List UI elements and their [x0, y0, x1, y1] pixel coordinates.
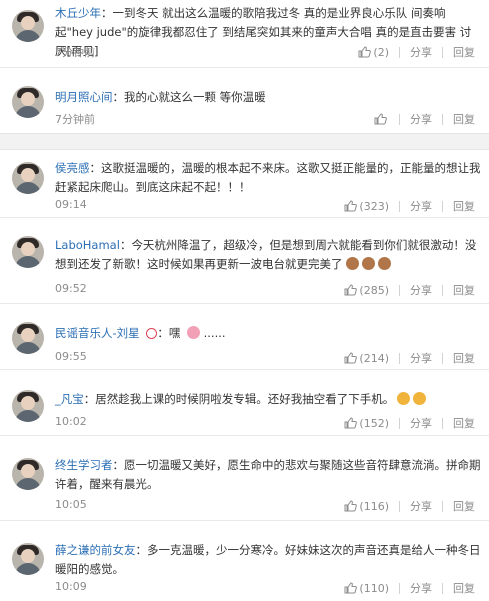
reply-button[interactable]: 回复 [453, 282, 475, 298]
reply-button[interactable]: 回复 [453, 350, 475, 366]
comment-item: _凡宝：居然趁我上课的时候阴啦发专辑。还好我抽空看了下手机。 10:02 (15… [0, 370, 489, 436]
thumb-up-icon [344, 200, 358, 212]
avatar[interactable] [12, 10, 44, 42]
comment-text: 民谣音乐人-刘星 ：嘿 ...... [55, 326, 226, 340]
share-button[interactable]: 分享 [410, 580, 432, 596]
comment-time: 10:09 [55, 580, 87, 593]
like-button[interactable]: (2) [358, 46, 389, 59]
comment-item: 木丘少年：一到冬天 就出这么温暖的歌陪我过冬 真的是业界良心乐队 间奏响起"he… [0, 0, 489, 68]
comment-text: 侯亮感：这歌挺温暖的，温暖的根本起不来床。这歌又挺正能量的，正能量的想让我赶紧起… [55, 161, 481, 194]
comment-item: 民谣音乐人-刘星 ：嘿 ...... 09:55 (214) 分享 回复 [0, 304, 489, 370]
comment-actions: (285) 分享 回复 [344, 282, 475, 298]
comment-time: 10:02 [55, 415, 87, 428]
like-button[interactable]: (214) [344, 352, 389, 365]
monkey-emoji-icon [361, 257, 375, 270]
comment-list: 木丘少年：一到冬天 就出这么温暖的歌陪我过冬 真的是业界良心乐队 间奏响起"he… [0, 0, 489, 601]
comment-actions: (2) 分享 回复 [358, 44, 475, 60]
share-button[interactable]: 分享 [410, 415, 432, 431]
thumb-up-icon [344, 582, 358, 594]
section-divider [0, 133, 489, 150]
comment-text: 明月照心间：我的心就这么一颗 等你温暖 [55, 90, 266, 104]
comment-item: LaboHamal：今天杭州降温了，超级冷，但是想到周六就能看到你们就很激动！没… [0, 218, 489, 304]
comment-actions: (152) 分享 回复 [344, 415, 475, 431]
thumb-up-icon [344, 352, 358, 364]
clock-emoji-icon [146, 328, 158, 339]
comment-time: 09:55 [55, 350, 87, 363]
comment-text: 薛之谦的前女友：多一克温暖，少一分寒冷。好妹妹这次的声音还真是给人一种冬日暖阳的… [55, 543, 481, 576]
comment-item: 终生学习者：愿一切温暖又美好，愿生命中的悲欢与聚随这些音符肆意流淌。拼命期许着，… [0, 436, 489, 521]
thumb-up-icon [344, 500, 358, 512]
comment-actions: (214) 分享 回复 [344, 350, 475, 366]
comment-time: 7分钟前 [55, 113, 95, 126]
avatar[interactable] [12, 390, 44, 422]
reply-button[interactable]: 回复 [453, 198, 475, 214]
like-button[interactable] [374, 113, 389, 125]
user-name[interactable]: 薛之谦的前女友 [55, 543, 136, 557]
monkey-emoji-icon [345, 257, 359, 270]
user-name[interactable]: 民谣音乐人-刘星 [55, 326, 140, 340]
share-button[interactable]: 分享 [410, 350, 432, 366]
avatar[interactable] [12, 162, 44, 194]
sad-emoji-icon [413, 392, 427, 405]
comment-item: 明月照心间：我的心就这么一颗 等你温暖 7分钟前 分享 回复 [0, 68, 489, 133]
avatar[interactable] [12, 458, 44, 490]
like-button[interactable]: (152) [344, 417, 389, 430]
user-name[interactable]: _凡宝 [55, 392, 84, 406]
user-name[interactable]: 终生学习者 [55, 458, 113, 472]
comment-time: 09:14 [55, 198, 87, 211]
reply-button[interactable]: 回复 [453, 415, 475, 431]
comment-time: 7分钟前 [55, 46, 95, 59]
share-button[interactable]: 分享 [410, 498, 432, 514]
user-name[interactable]: 侯亮感 [55, 161, 90, 175]
comment-time: 10:05 [55, 498, 87, 511]
comment-item: 薛之谦的前女友：多一克温暖，少一分寒冷。好妹妹这次的声音还真是给人一种冬日暖阳的… [0, 521, 489, 601]
avatar[interactable] [12, 322, 44, 354]
share-button[interactable]: 分享 [410, 198, 432, 214]
like-button[interactable]: (116) [344, 500, 389, 513]
comment-actions: (323) 分享 回复 [344, 198, 475, 214]
comment-time: 09:52 [55, 282, 87, 295]
thumb-up-icon [344, 417, 358, 429]
comment-actions: (116) 分享 回复 [344, 498, 475, 514]
thumb-up-icon [358, 46, 372, 58]
avatar[interactable] [12, 236, 44, 268]
comment-actions: (110) 分享 回复 [344, 580, 475, 596]
like-button[interactable]: (285) [344, 284, 389, 297]
like-button[interactable]: (110) [344, 582, 389, 595]
comment-item: 侯亮感：这歌挺温暖的，温暖的根本起不来床。这歌又挺正能量的，正能量的想让我赶紧起… [0, 150, 489, 218]
comment-actions: 分享 回复 [374, 111, 475, 127]
reply-button[interactable]: 回复 [453, 111, 475, 127]
pig-emoji-icon [186, 326, 200, 339]
thumb-up-icon [374, 113, 387, 125]
monkey-emoji-icon [377, 257, 391, 270]
share-button[interactable]: 分享 [410, 282, 432, 298]
avatar[interactable] [12, 86, 44, 118]
reply-button[interactable]: 回复 [453, 44, 475, 60]
comment-text: LaboHamal：今天杭州降温了，超级冷，但是想到周六就能看到你们就很激动！没… [55, 238, 477, 271]
reply-button[interactable]: 回复 [453, 498, 475, 514]
share-button[interactable]: 分享 [410, 111, 432, 127]
comment-text: 终生学习者：愿一切温暖又美好，愿生命中的悲欢与聚随这些音符肆意流淌。拼命期许着，… [55, 458, 481, 491]
share-button[interactable]: 分享 [410, 44, 432, 60]
avatar[interactable] [12, 543, 44, 575]
thumb-up-icon [344, 284, 358, 296]
user-name[interactable]: 木丘少年 [55, 6, 101, 20]
sad-emoji-icon [397, 392, 411, 405]
reply-button[interactable]: 回复 [453, 580, 475, 596]
user-name[interactable]: LaboHamal [55, 238, 120, 252]
comment-text: _凡宝：居然趁我上课的时候阴啦发专辑。还好我抽空看了下手机。 [55, 390, 481, 409]
user-name[interactable]: 明月照心间 [55, 90, 113, 104]
like-button[interactable]: (323) [344, 200, 389, 213]
